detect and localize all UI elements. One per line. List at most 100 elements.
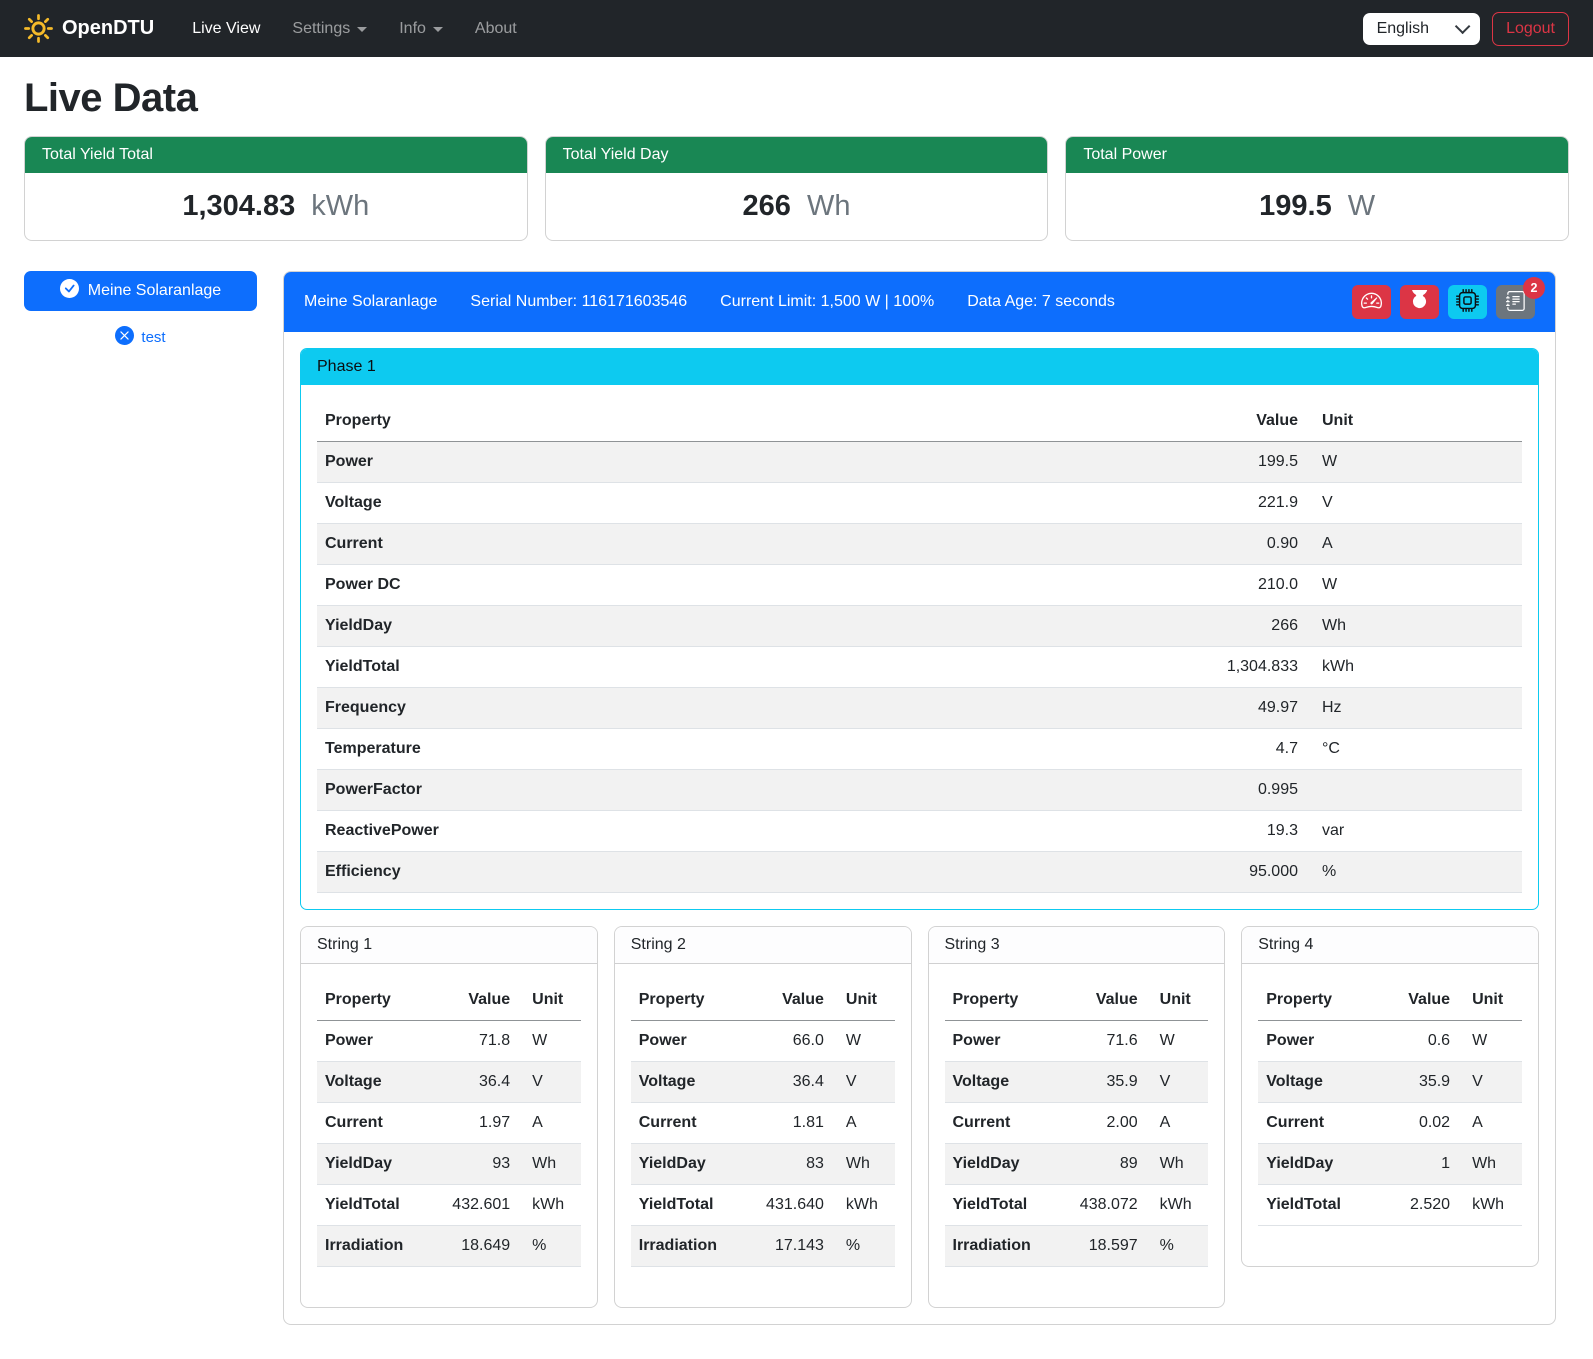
table-row: Current2.00A (945, 1103, 1209, 1144)
string-1-table: Property Value Unit Power71.8W Voltage36… (317, 980, 581, 1267)
card-total-yield-total: Total Yield Total 1,304.83 kWh (24, 136, 528, 241)
table-row: Irradiation18.597% (945, 1226, 1209, 1267)
nav-item-settings[interactable]: Settings (276, 12, 383, 46)
table-row: Power DC210.0W (317, 565, 1522, 606)
inverter-data-age: Data Age: 7 seconds (967, 293, 1115, 311)
inverter-header: Meine Solaranlage Serial Number: 1161716… (284, 272, 1555, 332)
logout-button[interactable]: Logout (1492, 12, 1569, 46)
nav-links: Live View Settings Info About (176, 12, 533, 46)
table-row: YieldDay1Wh (1258, 1144, 1522, 1185)
nav-item-live-view[interactable]: Live View (176, 12, 276, 46)
table-row: YieldTotal2.520kWh (1258, 1185, 1522, 1226)
col-unit: Unit (1146, 980, 1209, 1021)
inverter-select-label: Meine Solaranlage (88, 282, 221, 300)
event-count-badge: 2 (1523, 277, 1545, 299)
chevron-down-icon (357, 27, 367, 32)
nav-item-about[interactable]: About (459, 12, 533, 46)
card-total-yield-day: Total Yield Day 266 Wh (545, 136, 1049, 241)
table-row: YieldTotal432.601kWh (317, 1185, 581, 1226)
inverter-select-button[interactable]: Meine Solaranlage (24, 271, 257, 311)
string-2-table: Property Value Unit Power66.0W Voltage36… (631, 980, 895, 1267)
card-unit: Wh (807, 190, 851, 222)
col-value: Value (1349, 980, 1458, 1021)
card-title: Total Yield Total (25, 137, 527, 173)
phase-panel: Phase 1 Property Value Unit (300, 348, 1539, 910)
string-1-card: String 1 Property Value Unit (300, 926, 598, 1308)
card-value: 199.5 (1259, 190, 1332, 222)
chevron-down-icon (433, 27, 443, 32)
table-row: Efficiency95.000% (317, 852, 1522, 893)
col-unit: Unit (832, 980, 895, 1021)
card-unit: kWh (311, 190, 369, 222)
table-row: ReactivePower19.3var (317, 811, 1522, 852)
col-value: Value (909, 401, 1306, 442)
phase-title: Phase 1 (301, 349, 1538, 385)
inverter-item-test[interactable]: test (24, 326, 257, 349)
string-title: String 4 (1242, 927, 1538, 964)
card-title: Total Yield Day (546, 137, 1048, 173)
table-row: Voltage221.9V (317, 483, 1522, 524)
col-value: Value (725, 980, 832, 1021)
string-4-card: String 4 Property Value Unit (1241, 926, 1539, 1267)
inverter-card: Meine Solaranlage Serial Number: 1161716… (283, 271, 1556, 1325)
language-value: English (1377, 20, 1429, 38)
table-row: Power199.5W (317, 442, 1522, 483)
table-row: Current1.97A (317, 1103, 581, 1144)
sun-icon (24, 14, 53, 43)
table-row: Temperature4.7°C (317, 729, 1522, 770)
table-row: Current1.81A (631, 1103, 895, 1144)
table-row: Current0.02A (1258, 1103, 1522, 1144)
string-title: String 3 (929, 927, 1225, 964)
string-3-card: String 3 Property Value Unit (928, 926, 1226, 1308)
col-property: Property (317, 980, 411, 1021)
string-title: String 1 (301, 927, 597, 964)
card-unit: W (1348, 190, 1375, 222)
x-circle-icon (115, 326, 134, 349)
col-unit: Unit (1458, 980, 1522, 1021)
navbar-right: English Logout (1363, 12, 1569, 46)
table-row: YieldDay89Wh (945, 1144, 1209, 1185)
limit-settings-button[interactable] (1352, 285, 1391, 319)
check-circle-icon (60, 279, 79, 303)
table-row: Irradiation17.143% (631, 1226, 895, 1267)
nav-item-info[interactable]: Info (383, 12, 459, 46)
col-unit: Unit (1306, 401, 1522, 442)
table-row: Voltage36.4V (317, 1062, 581, 1103)
card-value: 1,304.83 (182, 190, 295, 222)
language-select[interactable]: English (1363, 13, 1480, 45)
brand[interactable]: OpenDTU (24, 14, 154, 43)
string-3-table: Property Value Unit Power71.6W Voltage35… (945, 980, 1209, 1267)
table-row: YieldDay266Wh (317, 606, 1522, 647)
event-log-button[interactable]: 2 (1496, 285, 1535, 319)
card-title: Total Power (1066, 137, 1568, 173)
phase-table: Property Value Unit Power199.5W Voltage2… (317, 401, 1522, 893)
col-property: Property (1258, 980, 1349, 1021)
table-row: Voltage35.9V (1258, 1062, 1522, 1103)
power-toggle-button[interactable] (1400, 285, 1439, 319)
power-icon (1409, 290, 1430, 314)
summary-cards: Total Yield Total 1,304.83 kWh Total Yie… (24, 136, 1569, 241)
table-row: Power71.6W (945, 1021, 1209, 1062)
device-info-button[interactable] (1448, 285, 1487, 319)
table-row: Voltage35.9V (945, 1062, 1209, 1103)
string-2-card: String 2 Property Value Unit (614, 926, 912, 1308)
table-row: Current0.90A (317, 524, 1522, 565)
col-property: Property (631, 980, 725, 1021)
speedometer-icon (1361, 290, 1382, 314)
table-row: YieldDay83Wh (631, 1144, 895, 1185)
table-row: Power0.6W (1258, 1021, 1522, 1062)
table-row: Power66.0W (631, 1021, 895, 1062)
inverter-name: Meine Solaranlage (304, 293, 437, 311)
table-row: YieldDay93Wh (317, 1144, 581, 1185)
inverter-serial: Serial Number: 116171603546 (470, 293, 687, 311)
journal-icon (1506, 291, 1526, 314)
table-row: Voltage36.4V (631, 1062, 895, 1103)
inverter-sidebar: Meine Solaranlage test (24, 271, 257, 1325)
col-property: Property (945, 980, 1039, 1021)
col-property: Property (317, 401, 909, 442)
table-row: YieldTotal431.640kWh (631, 1185, 895, 1226)
card-total-power: Total Power 199.5 W (1065, 136, 1569, 241)
cpu-icon (1456, 289, 1479, 315)
table-row: YieldTotal1,304.833kWh (317, 647, 1522, 688)
inverter-actions: 2 (1352, 285, 1535, 319)
